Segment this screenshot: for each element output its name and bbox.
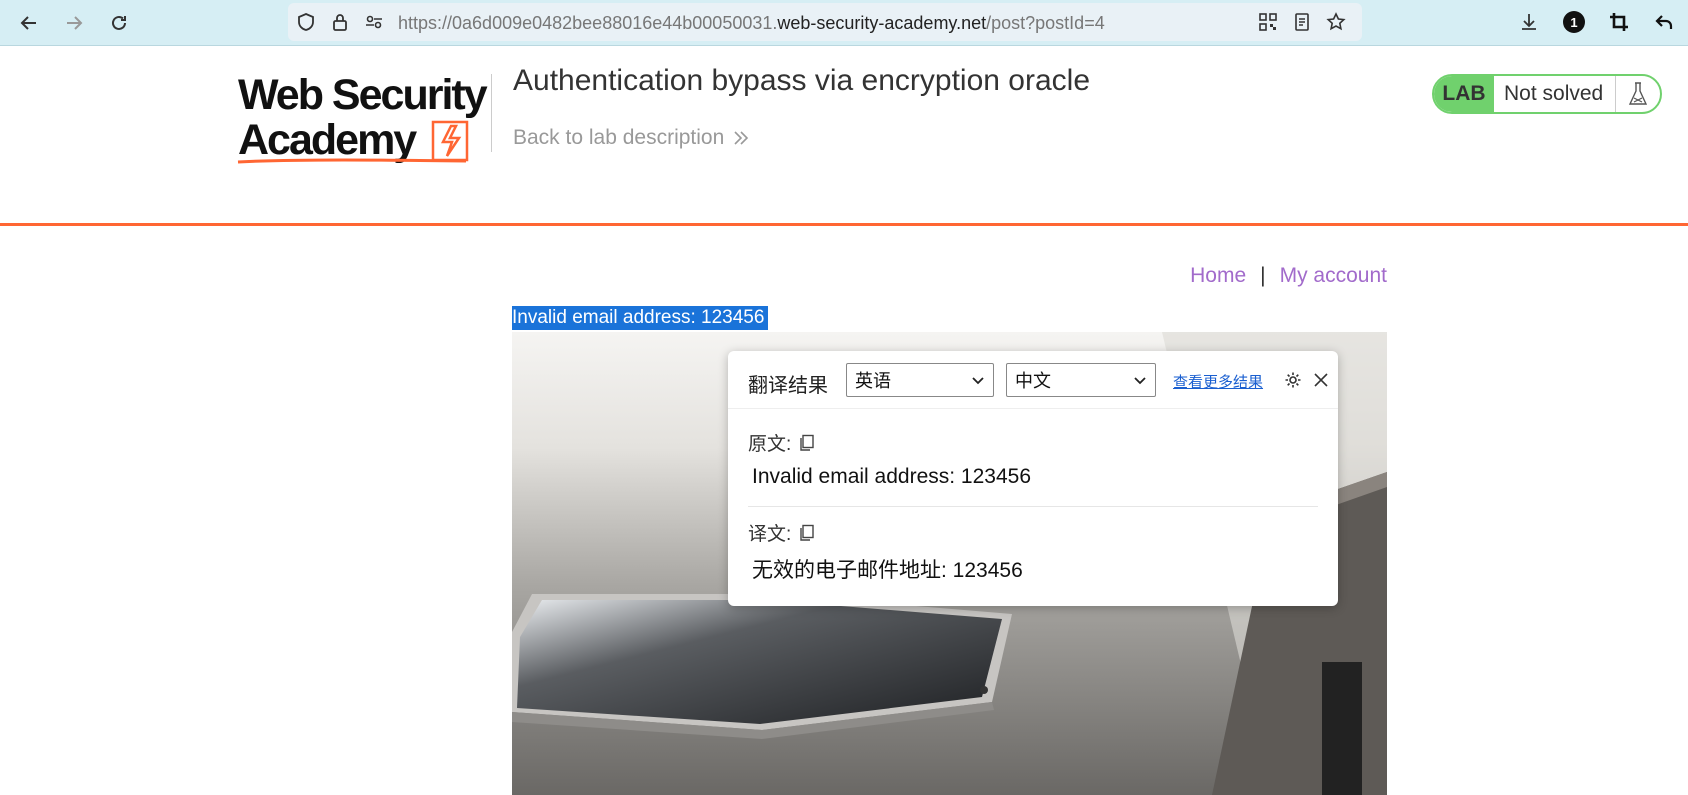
gear-icon	[1285, 372, 1301, 388]
crop-icon	[1610, 13, 1628, 31]
chevron-down-icon	[1134, 377, 1146, 385]
close-popup-button[interactable]	[1310, 369, 1332, 391]
home-link[interactable]: Home	[1190, 264, 1246, 288]
logo-underline	[237, 158, 467, 164]
reader-view-icon[interactable]	[1292, 12, 1312, 32]
target-language-value: 中文	[1015, 371, 1051, 391]
header-orange-rule	[0, 223, 1688, 226]
bookmark-star-icon[interactable]	[1326, 12, 1346, 32]
back-button[interactable]	[14, 8, 44, 38]
invalid-email-notification: Invalid email address: 123456	[512, 306, 769, 330]
copy-icon[interactable]	[799, 524, 815, 542]
web-security-academy-logo[interactable]: Web Security Academy	[237, 70, 488, 166]
browser-toolbar: https://0a6d009e0482bee88016e44b00050031…	[0, 0, 1688, 46]
settings-button[interactable]	[1282, 369, 1304, 391]
view-more-results-link[interactable]: 查看更多结果	[1173, 371, 1263, 392]
translated-text-label: 译文:	[748, 519, 815, 546]
url-prefix: https://0a6d009e0482bee88016e44b00050031…	[398, 13, 778, 33]
translation-popup-title: 翻译结果	[748, 375, 828, 397]
undo-button[interactable]	[1651, 9, 1677, 35]
reload-button[interactable]	[104, 8, 134, 38]
target-language-select[interactable]: 中文	[1006, 363, 1156, 397]
original-text: Invalid email address: 123456	[752, 465, 1032, 488]
copy-icon[interactable]	[799, 434, 815, 452]
forward-button[interactable]	[59, 8, 89, 38]
badge-count: 1	[1563, 11, 1585, 33]
extension-badge-button[interactable]: 1	[1561, 9, 1587, 35]
shield-icon[interactable]	[296, 12, 316, 32]
source-language-select[interactable]: 英语	[846, 363, 994, 397]
translated-label-text: 译文:	[748, 524, 792, 545]
arrow-left-icon	[20, 16, 36, 30]
chevron-down-icon	[972, 377, 984, 385]
flask-icon	[1628, 82, 1648, 105]
url-text: https://0a6d009e0482bee88016e44b00050031…	[398, 13, 1105, 34]
lab-status-text: Not solved	[1494, 76, 1616, 112]
permissions-icon[interactable]	[364, 12, 384, 32]
lock-icon[interactable]	[330, 12, 350, 32]
my-account-link[interactable]: My account	[1280, 264, 1387, 288]
popup-header-divider	[728, 408, 1338, 409]
url-host: web-security-academy.net	[777, 13, 987, 33]
popup-section-divider	[748, 506, 1318, 507]
source-language-value: 英语	[855, 371, 891, 391]
crop-button[interactable]	[1606, 9, 1632, 35]
header-divider	[491, 74, 492, 152]
original-label-text: 原文:	[748, 434, 792, 455]
qr-code-icon[interactable]	[1258, 12, 1278, 32]
url-path: /post?postId=4	[986, 13, 1105, 33]
lab-title: Authentication bypass via encryption ora…	[513, 64, 1091, 97]
translated-text: 无效的电子邮件地址: 123456	[752, 559, 1023, 582]
back-to-lab-description-link[interactable]: Back to lab description	[513, 126, 750, 150]
back-link-label: Back to lab description	[513, 126, 725, 149]
arrow-right-icon	[67, 16, 83, 30]
translation-popup: 翻译结果 英语 中文 查看更多结果 原文: Invalid email addr…	[728, 351, 1338, 606]
lightning-bolt-icon	[431, 120, 469, 162]
address-bar[interactable]: https://0a6d009e0482bee88016e44b00050031…	[288, 3, 1362, 41]
logo-line-1: Web Security	[238, 71, 488, 119]
reload-icon	[112, 15, 126, 30]
flask-icon-container	[1616, 76, 1660, 112]
download-icon	[1522, 14, 1536, 30]
top-navigation: Home | My account	[1190, 264, 1387, 288]
original-text-label: 原文:	[748, 429, 815, 456]
close-icon	[1314, 373, 1328, 387]
downloads-button[interactable]	[1516, 9, 1542, 35]
double-chevron-right-icon	[734, 131, 749, 145]
lab-badge: LAB	[1434, 76, 1494, 112]
lab-status-widget: LAB Not solved	[1432, 74, 1662, 114]
undo-icon	[1655, 15, 1673, 29]
nav-separator: |	[1260, 264, 1266, 287]
